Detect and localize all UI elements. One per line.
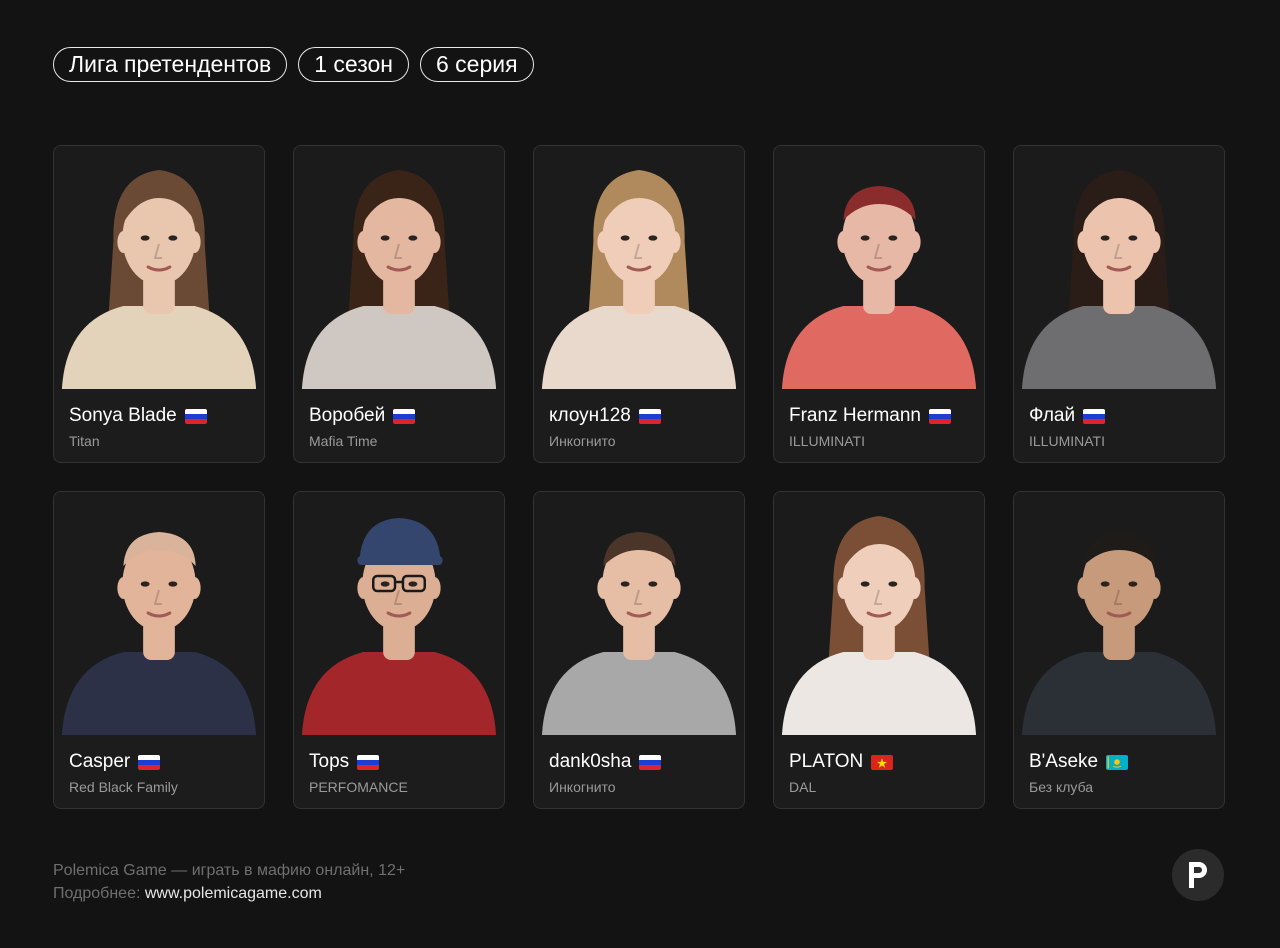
footer-website-link[interactable]: www.polemicagame.com — [145, 885, 322, 902]
player-name: Флай — [1029, 405, 1076, 426]
players-grid: Sonya Blade Titan Воробей Mafia Time клоун12… — [53, 145, 1225, 809]
player-info: B'Aseke Без клуба — [1014, 735, 1224, 795]
player-name: dank0sha — [549, 751, 632, 772]
player-club: PERFOMANCE — [309, 779, 408, 795]
player-photo — [534, 492, 744, 735]
player-photo — [294, 492, 504, 735]
tag-season: 1 сезон — [298, 47, 409, 82]
tag-series: 6 серия — [420, 47, 534, 82]
player-info: Sonya Blade Titan — [54, 389, 264, 449]
flag-ru-icon — [184, 408, 207, 424]
player-card: Sonya Blade Titan — [53, 145, 265, 463]
flag-ru-icon — [639, 754, 662, 770]
player-club: Titan — [69, 433, 100, 449]
player-name: Sonya Blade — [69, 405, 177, 426]
player-photo — [1014, 492, 1224, 735]
flag-ru-icon — [357, 754, 380, 770]
player-info: Casper Red Black Family — [54, 735, 264, 795]
flag-ru-icon — [393, 408, 416, 424]
player-name-row: PLATON — [789, 750, 969, 774]
flag-ru-icon — [138, 754, 161, 770]
player-name: Franz Hermann — [789, 405, 921, 426]
player-card: PLATON DAL — [773, 491, 985, 809]
player-name-row: Tops — [309, 750, 489, 774]
player-club: Инкогнито — [549, 433, 616, 449]
player-name: Casper — [69, 751, 131, 772]
player-card: Tops PERFOMANCE — [293, 491, 505, 809]
flag-ru-icon — [638, 408, 661, 424]
player-card: клоун128 Инкогнито — [533, 145, 745, 463]
player-info: Tops PERFOMANCE — [294, 735, 504, 795]
player-card: dank0sha Инкогнито — [533, 491, 745, 809]
player-name: B'Aseke — [1029, 751, 1099, 772]
player-club: Без клуба — [1029, 779, 1094, 795]
player-photo — [294, 146, 504, 389]
player-name-row: Воробей — [309, 404, 489, 428]
player-card: B'Aseke Без клуба — [1013, 491, 1225, 809]
polemica-logo-icon — [1172, 849, 1224, 901]
flag-ru-icon — [1083, 408, 1106, 424]
player-info: Franz Hermann ILLUMINATI — [774, 389, 984, 449]
player-photo — [534, 146, 744, 389]
footer-tagline: Polemica Game — играть в мафию онлайн, 1… — [53, 862, 406, 879]
player-name: Воробей — [309, 405, 386, 426]
player-name-row: Sonya Blade — [69, 404, 249, 428]
flag-ru-icon — [929, 408, 951, 424]
player-info: Воробей Mafia Time — [294, 389, 504, 449]
flag-kz-icon — [1106, 754, 1129, 770]
player-name-row: B'Aseke — [1029, 750, 1209, 774]
player-photo — [774, 146, 984, 389]
tag-league: Лига претендентов — [53, 47, 288, 82]
player-name-row: Casper — [69, 750, 249, 774]
player-info: Флай ILLUMINATI — [1014, 389, 1224, 449]
player-name-row: dank0sha — [549, 750, 729, 774]
player-club: Инкогнито — [549, 779, 616, 795]
player-name-row: Флай — [1029, 404, 1209, 428]
player-club: DAL — [789, 779, 817, 795]
footer-more: Подробнее: www.polemicagame.com — [53, 882, 405, 905]
player-photo — [54, 146, 264, 389]
player-photo — [54, 492, 264, 735]
player-info: dank0sha Инкогнито — [534, 735, 744, 795]
player-name: Tops — [309, 751, 350, 772]
player-club: ILLUMINATI — [1029, 433, 1105, 449]
player-name-row: клоун128 — [549, 404, 729, 428]
footer-more-label: Подробнее: — [53, 885, 141, 902]
player-info: PLATON DAL — [774, 735, 984, 795]
player-club: Red Black Family — [69, 779, 178, 795]
player-name: PLATON — [789, 751, 864, 772]
player-photo — [774, 492, 984, 735]
player-card: Casper Red Black Family — [53, 491, 265, 809]
flag-vn-icon — [871, 754, 894, 770]
player-photo — [1014, 146, 1224, 389]
player-club: Mafia Time — [309, 433, 378, 449]
footer: Polemica Game — играть в мафию онлайн, 1… — [53, 859, 405, 905]
player-name: клоун128 — [549, 405, 631, 426]
player-name-row: Franz Hermann — [789, 404, 969, 428]
header-tags: Лига претендентов 1 сезон 6 серия — [53, 47, 534, 82]
player-card: Воробей Mafia Time — [293, 145, 505, 463]
player-info: клоун128 Инкогнито — [534, 389, 744, 449]
player-card: Флай ILLUMINATI — [1013, 145, 1225, 463]
player-card: Franz Hermann ILLUMINATI — [773, 145, 985, 463]
player-club: ILLUMINATI — [789, 433, 865, 449]
